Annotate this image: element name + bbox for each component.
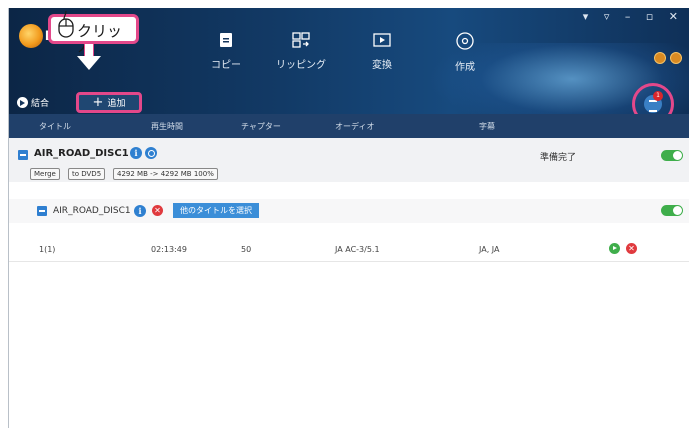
click-callout: クリック — [48, 11, 139, 61]
track-title: 1(1) — [39, 245, 56, 254]
collapse-icon[interactable] — [18, 150, 28, 160]
merge-tag[interactable]: Merge — [30, 168, 60, 180]
nav-copy[interactable]: コピー — [201, 32, 251, 71]
app-logo-icon — [19, 24, 43, 48]
mouse-icon — [58, 11, 74, 38]
convert-icon — [373, 33, 391, 47]
add-label: 追加 — [107, 99, 126, 109]
size-tag: 4292 MB -> 4292 MB 100% — [113, 168, 218, 180]
disc-toggle[interactable] — [661, 150, 683, 161]
avatar-icon[interactable] — [654, 52, 666, 64]
merge-button[interactable]: 結合 — [17, 94, 49, 110]
user-avatars[interactable] — [654, 49, 686, 68]
track-duration: 02:13:49 — [151, 245, 187, 254]
nav-create-label: 作成 — [455, 62, 475, 73]
empty-area — [9, 263, 689, 428]
track-subtitles[interactable]: JA, JA — [479, 245, 499, 254]
title-toggle[interactable] — [661, 205, 683, 216]
track-chapters: 50 — [241, 245, 252, 254]
plus-icon: + — [92, 95, 104, 110]
play-icon[interactable] — [609, 243, 620, 254]
nav-convert-label: 変換 — [372, 60, 392, 71]
nav-copy-label: コピー — [211, 60, 241, 71]
queue-count-badge: 1 — [653, 91, 663, 101]
track-audio[interactable]: JA AC-3/5.1 — [335, 245, 380, 254]
col-audio: オーディオ — [335, 122, 375, 131]
copy-icon — [220, 33, 232, 47]
nav-ripping[interactable]: リッピング — [276, 32, 326, 71]
title-name: AIR_ROAD_DISC1 — [53, 206, 131, 216]
col-chapters: チャプター — [241, 122, 281, 131]
arrow-right-icon — [17, 96, 28, 108]
nav-convert[interactable]: 変換 — [357, 32, 407, 71]
target-format-tag[interactable]: to DVD5 — [68, 168, 106, 180]
col-title: タイトル — [39, 122, 71, 131]
app-window: D ▾ ▿ – ▫ ✕ コピー リッピング 変換 作成 結合 1 — [8, 8, 689, 428]
avatar-icon[interactable] — [670, 52, 682, 64]
ripping-icon — [292, 32, 310, 48]
col-duration: 再生時間 — [151, 122, 183, 131]
info-icon[interactable]: i — [130, 147, 142, 159]
status-text: 準備完了 — [540, 153, 577, 163]
nav-ripping-label: リッピング — [276, 60, 326, 71]
disc-title: AIR_ROAD_DISC1 — [34, 148, 129, 159]
title-row: AIR_ROAD_DISC1 i ✕ 他のタイトルを選択 — [9, 199, 689, 223]
add-button[interactable]: + 追加 — [76, 92, 142, 113]
window-controls[interactable]: ▾ ▿ – ▫ ✕ — [583, 10, 684, 23]
select-other-title-button[interactable]: 他のタイトルを選択 — [173, 203, 259, 218]
share-icon[interactable] — [145, 147, 157, 159]
column-header: タイトル 再生時間 チャプター オーディオ 字幕 — [9, 114, 689, 138]
remove-icon[interactable]: ✕ — [626, 243, 637, 254]
info-icon[interactable]: i — [134, 205, 146, 217]
nav-create[interactable]: 作成 — [440, 32, 490, 73]
disc-row: AIR_ROAD_DISC1 i Merge to DVD5 4292 MB -… — [9, 138, 689, 182]
collapse-icon[interactable] — [37, 206, 47, 216]
remove-icon[interactable]: ✕ — [152, 205, 163, 216]
table-row[interactable]: 1(1) 02:13:49 50 JA AC-3/5.1 JA, JA ✕ — [9, 236, 689, 262]
col-subtitles: 字幕 — [479, 122, 495, 131]
merge-label: 結合 — [31, 98, 50, 109]
create-disc-icon — [456, 32, 474, 50]
